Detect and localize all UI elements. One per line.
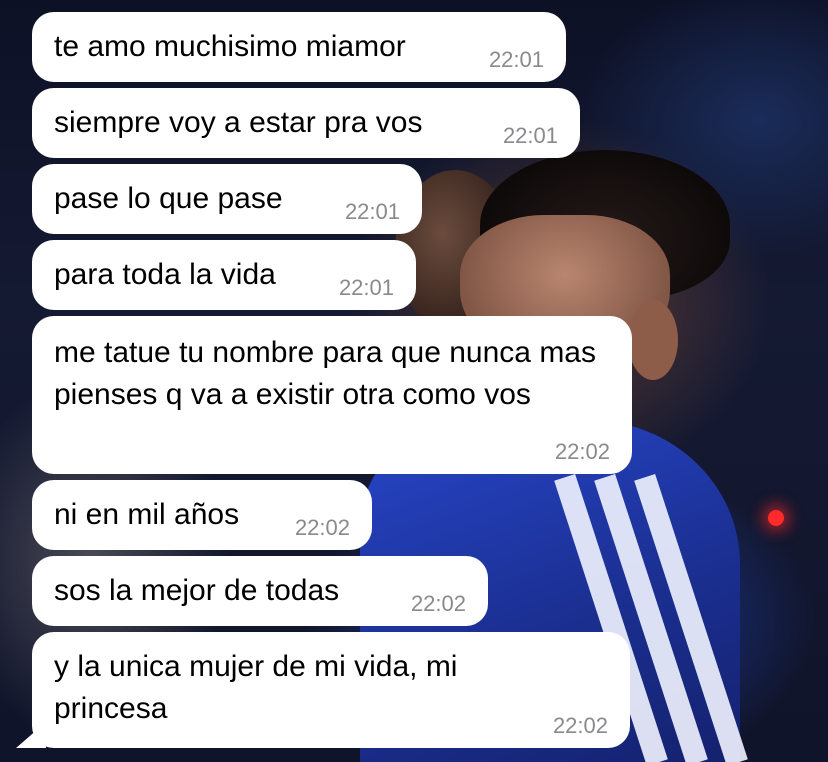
message-bubble[interactable]: siempre voy a estar pra vos 22:01: [32, 88, 580, 158]
message-bubble[interactable]: te amo muchisimo miamor 22:01: [32, 12, 566, 82]
message-text: te amo muchisimo miamor: [54, 30, 406, 63]
message-text: me tatue tu nombre para que nunca mas pi…: [54, 336, 605, 411]
message-timestamp: 22:02: [554, 439, 610, 464]
message-timestamp: 22:01: [502, 123, 558, 148]
message-timestamp: 22:01: [488, 47, 544, 72]
message-timestamp: 22:01: [344, 199, 400, 224]
message-bubble[interactable]: ni en mil años 22:02: [32, 480, 372, 550]
message-text: sos la mejor de todas: [54, 574, 340, 607]
message-timestamp: 22:02: [294, 515, 350, 540]
message-timestamp: 22:02: [410, 591, 466, 616]
message-bubble[interactable]: para toda la vida 22:01: [32, 240, 416, 310]
message-timestamp: 22:01: [338, 275, 394, 300]
wallpaper-photo-detail: [768, 510, 784, 526]
message-timestamp: 22:02: [552, 713, 608, 738]
chat-screen: te amo muchisimo miamor 22:01 siempre vo…: [0, 0, 828, 762]
message-bubble[interactable]: me tatue tu nombre para que nunca mas pi…: [32, 316, 632, 474]
wallpaper-photo-detail: [628, 300, 678, 380]
message-text: y la unica mujer de mi vida, mi princesa: [54, 650, 466, 725]
message-bubble[interactable]: y la unica mujer de mi vida, mi princesa…: [32, 632, 630, 748]
message-bubble[interactable]: pase lo que pase 22:01: [32, 164, 422, 234]
message-bubble[interactable]: sos la mejor de todas 22:02: [32, 556, 488, 626]
message-text: siempre voy a estar pra vos: [54, 106, 423, 139]
